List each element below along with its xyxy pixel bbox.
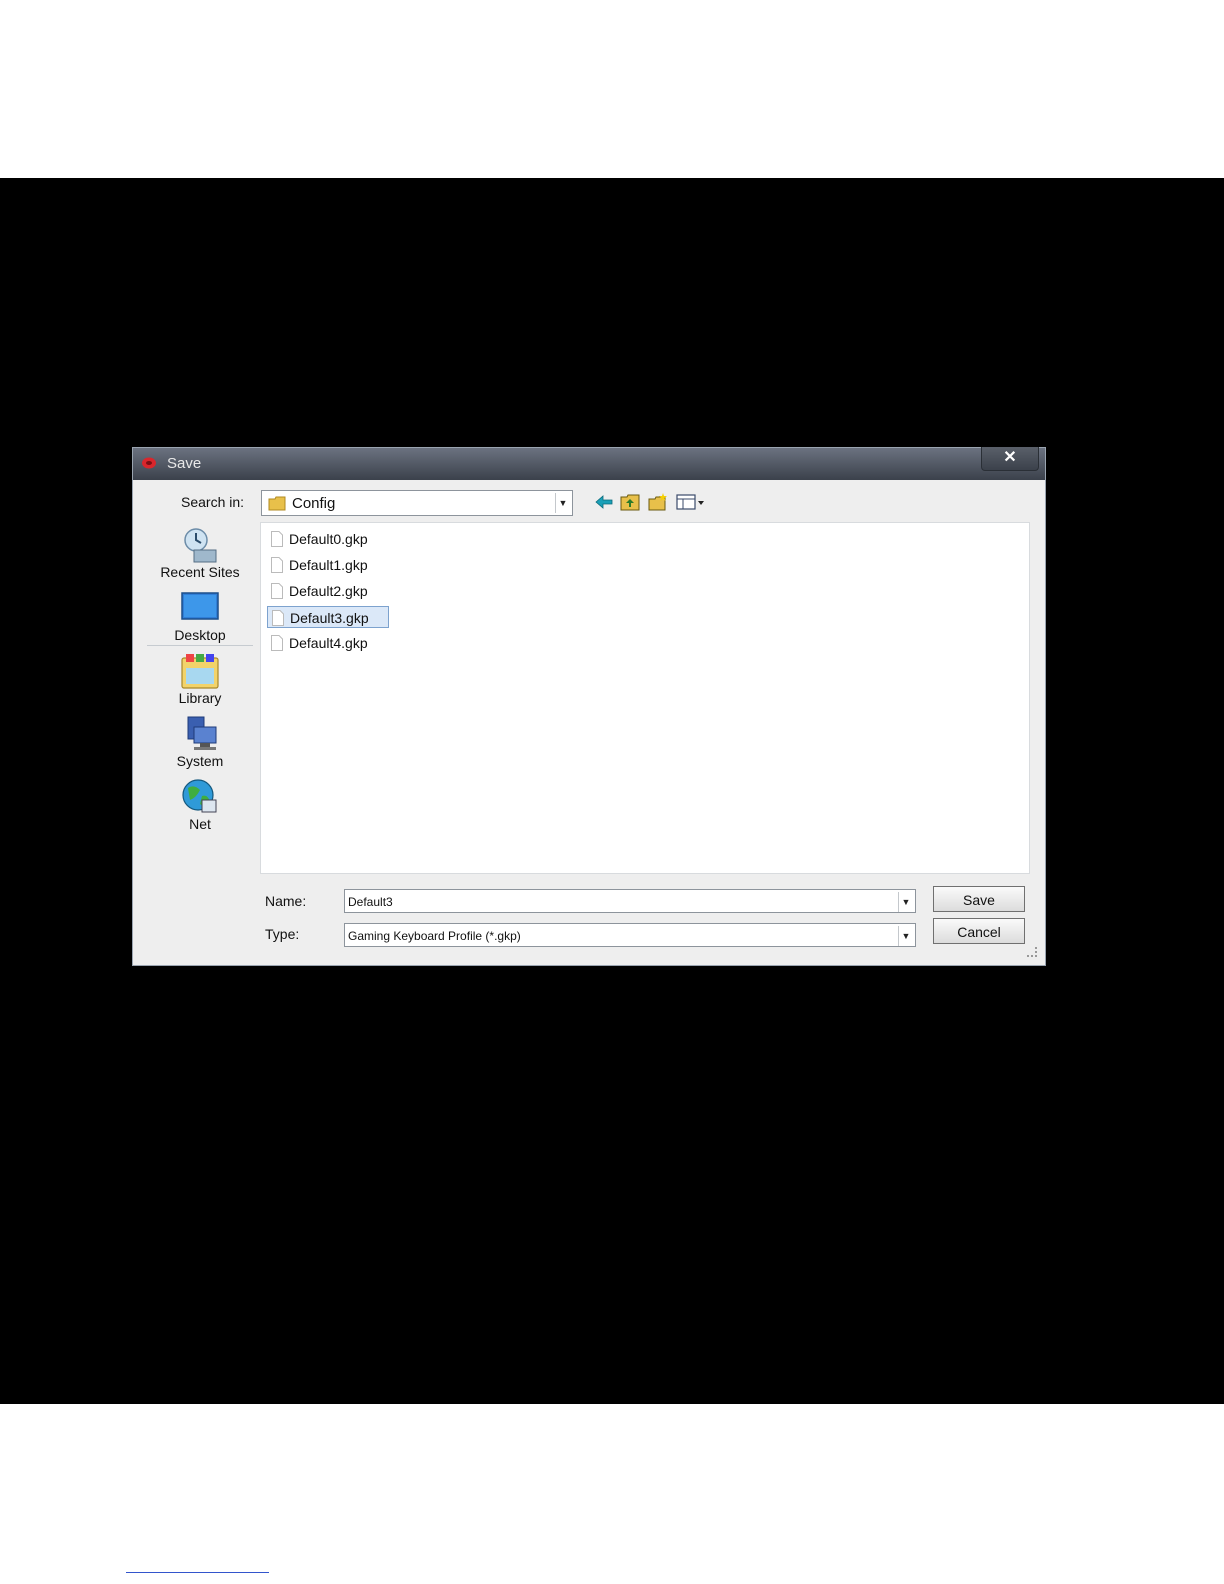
search-in-value: Config [292, 495, 336, 512]
file-name-value: Default3 [348, 895, 393, 909]
document-icon [272, 610, 284, 626]
save-button[interactable]: Save [933, 886, 1025, 912]
file-name: Default0.gkp [289, 531, 368, 547]
file-name: Default4.gkp [289, 635, 368, 651]
place-label: System [176, 753, 224, 769]
resize-grip[interactable] [1027, 947, 1037, 957]
dialog-body: Search in: Config ▼ Recent Sites Desktop… [139, 480, 1039, 959]
document-icon [271, 583, 283, 599]
view-menu-icon[interactable] [675, 492, 707, 512]
document-icon [271, 635, 283, 651]
places-bar: Recent Sites Desktop Library System Net [147, 522, 253, 882]
file-name: Default2.gkp [289, 583, 368, 599]
place-desktop[interactable]: Desktop [147, 585, 253, 646]
place-library[interactable]: Library [147, 648, 253, 708]
file-name: Default1.gkp [289, 557, 368, 573]
back-arrow-icon[interactable] [593, 492, 615, 512]
chevron-down-icon[interactable]: ▼ [555, 493, 570, 513]
place-net[interactable]: Net [147, 774, 253, 834]
name-label: Name: [265, 893, 307, 909]
title-bar[interactable]: Save ✕ [133, 447, 1045, 480]
list-item[interactable]: Default0.gkp [267, 528, 389, 550]
place-label: Net [189, 816, 211, 832]
search-in-combo[interactable]: Config ▼ [261, 490, 573, 516]
list-item[interactable]: Default1.gkp [267, 554, 389, 576]
place-label: Desktop [174, 627, 226, 643]
desktop-icon [181, 592, 219, 620]
document-icon [271, 531, 283, 547]
list-item[interactable]: Default2.gkp [267, 580, 389, 602]
place-system[interactable]: System [147, 711, 253, 771]
file-name-input[interactable]: Default3 ▼ [344, 889, 916, 913]
folder-icon [268, 496, 286, 511]
place-label: Library [178, 690, 222, 706]
document-icon [271, 557, 283, 573]
recent-sites-icon [184, 528, 217, 563]
chevron-down-icon[interactable]: ▼ [898, 892, 913, 912]
system-icon [187, 716, 217, 750]
file-name: Default3.gkp [290, 610, 369, 626]
file-type-value: Gaming Keyboard Profile (*.gkp) [348, 929, 521, 943]
search-in-label: Search in: [181, 494, 245, 510]
list-item[interactable]: Default4.gkp [267, 632, 389, 654]
close-button[interactable]: ✕ [981, 447, 1039, 471]
cancel-button[interactable]: Cancel [933, 918, 1025, 944]
app-icon [142, 457, 156, 469]
save-dialog: Save ✕ Search in: Config ▼ Recent Sites … [132, 447, 1046, 966]
file-type-select[interactable]: Gaming Keyboard Profile (*.gkp) ▼ [344, 923, 916, 947]
up-folder-icon[interactable] [619, 492, 641, 512]
new-folder-icon[interactable] [647, 492, 669, 512]
close-icon: ✕ [1003, 449, 1017, 466]
place-label: Recent Sites [160, 564, 240, 580]
footnote-rule [126, 1572, 269, 1573]
library-icon [181, 654, 219, 689]
file-list[interactable]: Default0.gkp Default1.gkp Default2.gkp D… [260, 522, 1030, 874]
network-icon [182, 779, 217, 813]
list-item-selected[interactable]: Default3.gkp [267, 606, 389, 628]
chevron-down-icon[interactable]: ▼ [898, 926, 913, 946]
place-recent-sites[interactable]: Recent Sites [147, 522, 253, 582]
dialog-title: Save [167, 455, 202, 472]
type-label: Type: [265, 926, 300, 942]
